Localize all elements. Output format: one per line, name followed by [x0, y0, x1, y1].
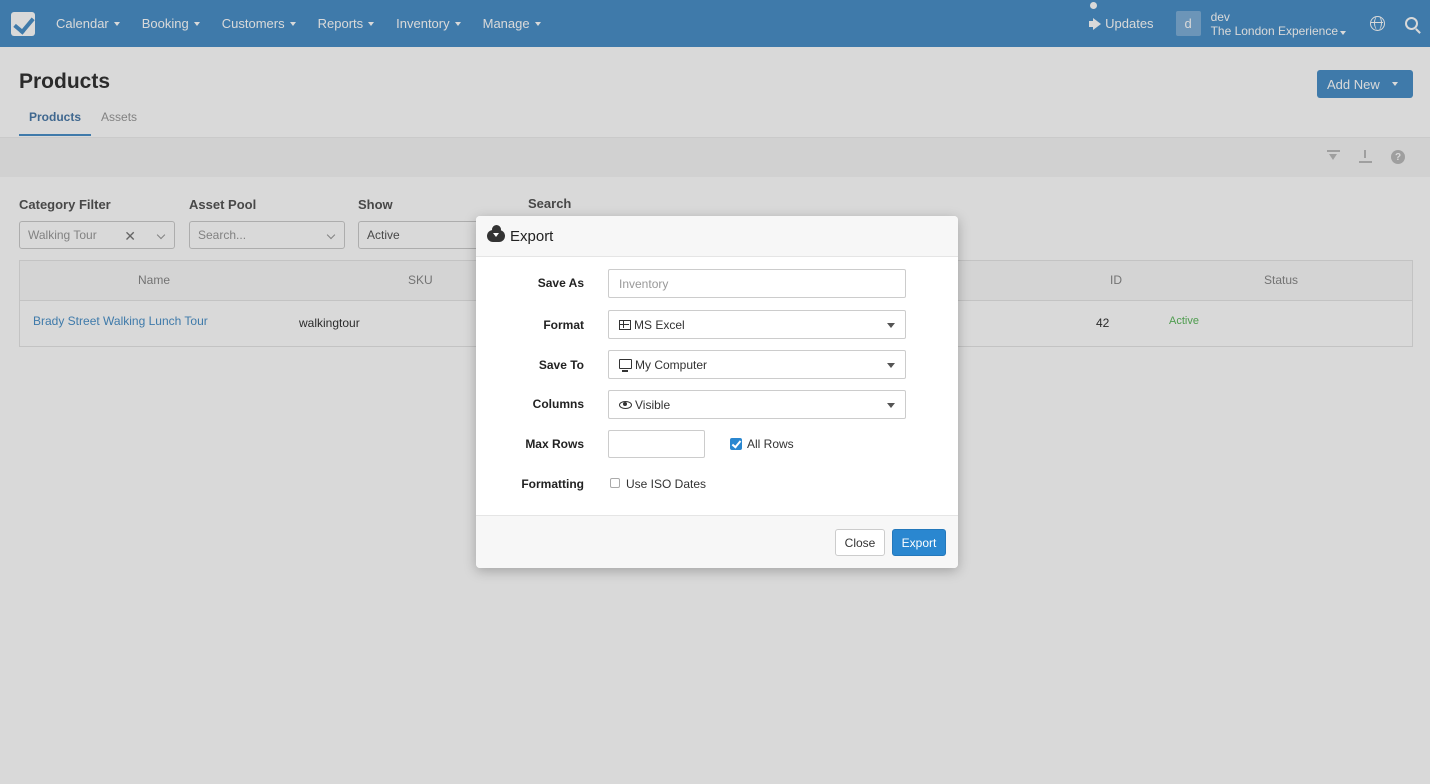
format-select[interactable]: MS Excel [608, 310, 906, 339]
formatting-row: Formatting Use ISO Dates [476, 476, 958, 506]
caret-down-icon [887, 323, 895, 328]
export-dialog: Export Save As Format MS Excel Save To M… [476, 216, 958, 568]
caret-down-icon [887, 403, 895, 408]
monitor-icon [619, 358, 632, 372]
columns-row: Columns Visible [476, 390, 958, 420]
save-to-row: Save To My Computer [476, 350, 958, 380]
columns-label: Columns [532, 397, 584, 411]
save-as-field-wrapper [608, 269, 906, 298]
iso-dates-label[interactable]: Use ISO Dates [626, 477, 706, 491]
all-rows-checkbox[interactable] [730, 438, 742, 450]
cloud-download-icon [487, 225, 505, 242]
close-button[interactable]: Close [835, 529, 885, 556]
dialog-footer: Close Export [476, 515, 958, 568]
max-rows-input[interactable] [608, 430, 705, 458]
caret-down-icon [887, 363, 895, 368]
format-row: Format MS Excel [476, 310, 958, 340]
save-to-label: Save To [538, 358, 584, 372]
formatting-label: Formatting [521, 477, 584, 491]
max-rows-row: Max Rows All Rows [476, 430, 958, 460]
dialog-title: Export [510, 227, 554, 245]
table-icon [619, 319, 631, 330]
iso-dates-checkbox[interactable] [610, 478, 620, 488]
dialog-header: Export [476, 216, 958, 257]
save-to-select[interactable]: My Computer [608, 350, 906, 379]
save-as-row: Save As [476, 269, 958, 299]
max-rows-label: Max Rows [525, 437, 584, 451]
save-as-input[interactable] [619, 276, 905, 291]
all-rows-label[interactable]: All Rows [747, 437, 794, 451]
format-label: Format [543, 318, 584, 332]
eye-icon [619, 400, 632, 409]
save-as-label: Save As [537, 276, 584, 290]
export-button[interactable]: Export [892, 529, 946, 556]
columns-select[interactable]: Visible [608, 390, 906, 419]
